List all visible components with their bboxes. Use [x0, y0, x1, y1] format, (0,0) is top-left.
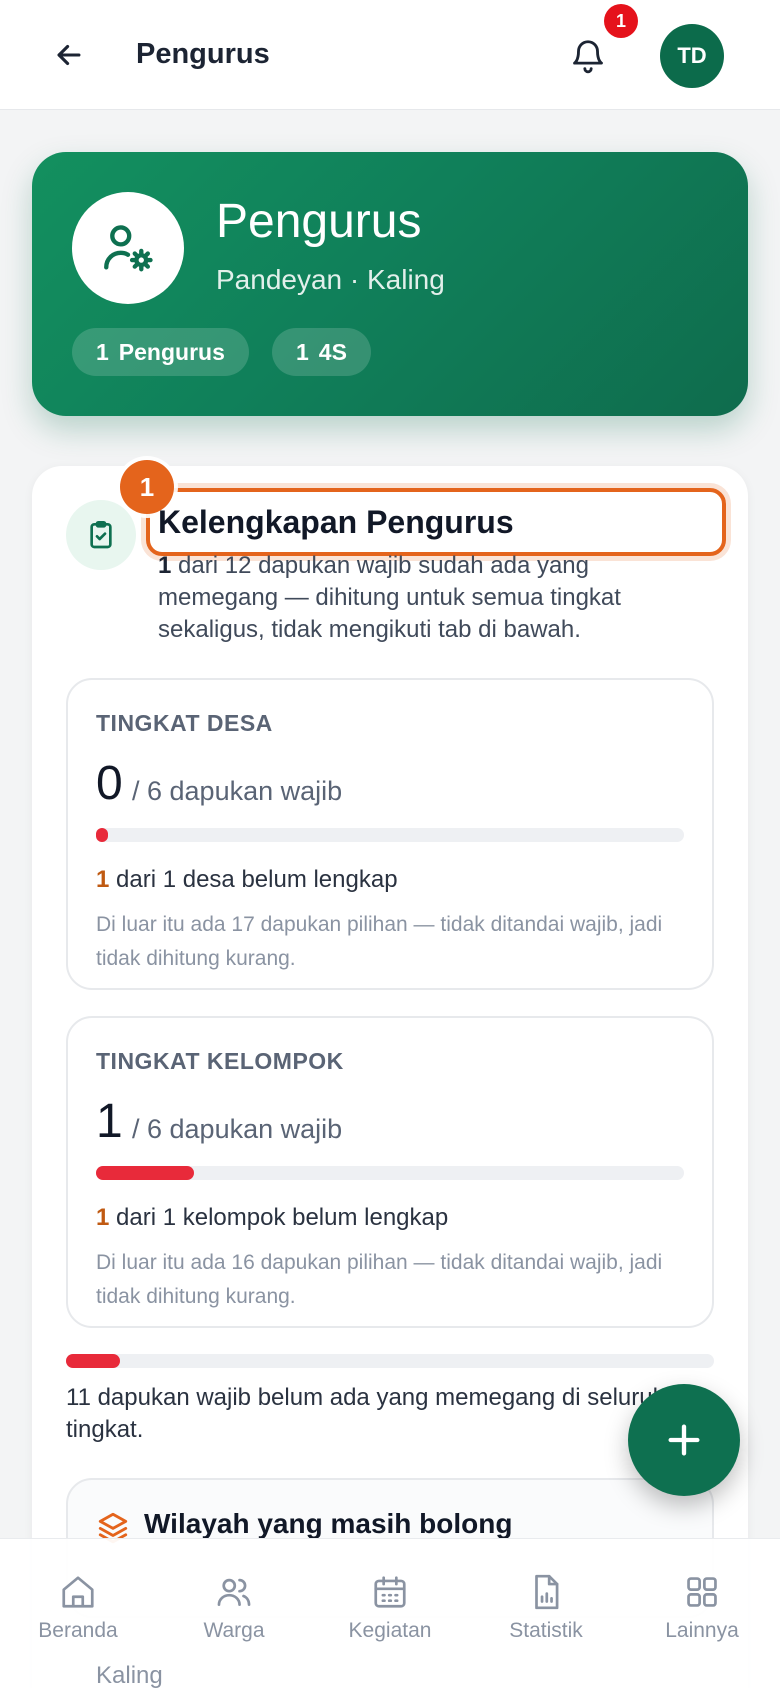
level-progress-fill — [96, 1166, 194, 1180]
calendar-icon — [374, 1576, 406, 1608]
level-progress-track — [96, 828, 684, 842]
clipboard-check-icon — [90, 521, 112, 549]
chip-count: 1 — [296, 338, 309, 365]
level-label: TINGKAT DESA — [96, 710, 273, 736]
bell-icon — [573, 40, 603, 74]
page-title: Pengurus — [136, 38, 270, 70]
level-missing-text: 1 dari 1 desa belum lengkap — [96, 866, 398, 894]
level-card-desa[interactable]: TINGKAT DESA 0 / 6 dapukan wajib 1 dari … — [66, 678, 714, 990]
nav-item-lainnya[interactable]: Lainnya — [632, 1573, 772, 1643]
total-summary-text: 11 dapukan wajib belum ada yang memegang… — [66, 1384, 666, 1443]
section-title: Kelengkapan Pengurus — [158, 504, 514, 540]
hero-subtitle: Pandeyan · Kaling — [216, 264, 445, 295]
nav-label: Beranda — [38, 1619, 118, 1642]
level-note: Di luar itu ada 16 dapukan pilihan — tid… — [96, 1251, 663, 1308]
desc-text: dari 12 dapukan wajib sudah ada yang mem… — [158, 552, 621, 643]
wilayah-first-item: Kaling — [96, 1662, 163, 1688]
desc-count: 1 — [158, 552, 172, 579]
plus-icon — [668, 1424, 700, 1456]
total-progress-fill — [66, 1354, 120, 1368]
missing-count: 1 — [96, 1204, 110, 1231]
hero-card: Pengurus Pandeyan · Kaling 1 Pengurus 1 … — [32, 152, 748, 416]
nav-item-warga[interactable]: Warga — [164, 1573, 304, 1643]
section-description: 1 dari 12 dapukan wajib sudah ada yang m… — [158, 550, 698, 646]
chip-count: 1 — [96, 338, 109, 365]
hero-title: Pengurus — [216, 195, 422, 248]
nav-item-beranda[interactable]: Beranda — [8, 1573, 148, 1643]
back-button[interactable] — [44, 30, 94, 80]
grid-icon — [687, 1577, 717, 1607]
level-filled-count: 0 — [96, 757, 123, 810]
missing-label: dari 1 desa belum lengkap — [109, 866, 398, 893]
notifications-button[interactable] — [560, 28, 616, 84]
notification-badge: 1 — [604, 4, 638, 38]
nav-label: Statistik — [509, 1619, 583, 1642]
section-icon — [66, 500, 136, 570]
user-gear-icon — [104, 225, 153, 272]
level-card-kelompok[interactable]: TINGKAT KELOMPOK 1 / 6 dapukan wajib 1 d… — [66, 1016, 714, 1328]
nav-label: Lainnya — [665, 1619, 739, 1642]
chip-pengurus: 1 Pengurus — [72, 328, 249, 376]
wilayah-title: Wilayah yang masih bolong — [144, 1508, 513, 1539]
top-app-bar: Pengurus 1 TD — [0, 0, 780, 110]
users-icon — [217, 1578, 251, 1607]
level-missing-text: 1 dari 1 kelompok belum lengkap — [96, 1204, 448, 1232]
avatar[interactable]: TD — [660, 24, 724, 88]
home-icon — [62, 1576, 94, 1608]
level-label: TINGKAT KELOMPOK — [96, 1048, 344, 1074]
level-of-text: / 6 dapukan wajib — [132, 1114, 343, 1144]
level-of-text: / 6 dapukan wajib — [132, 776, 343, 806]
chip-label: Pengurus — [118, 338, 225, 365]
nav-label: Warga — [203, 1619, 265, 1642]
chart-icon — [535, 1574, 559, 1610]
chip-label: 4S — [318, 338, 347, 365]
arrow-left-icon — [57, 44, 81, 66]
nav-item-statistik[interactable]: Statistik — [476, 1573, 616, 1643]
level-filled-count: 1 — [96, 1095, 123, 1148]
level-progress-fill — [96, 828, 108, 842]
nav-item-kegiatan[interactable]: Kegiatan — [320, 1573, 460, 1643]
total-progress-track — [66, 1354, 714, 1368]
level-note: Di luar itu ada 17 dapukan pilihan — tid… — [96, 913, 663, 970]
level-progress-track — [96, 1166, 684, 1180]
missing-count: 1 — [96, 866, 110, 893]
nav-label: Kegiatan — [348, 1619, 432, 1642]
hero-icon-circle — [72, 192, 184, 304]
chip-4s: 1 4S — [272, 328, 371, 376]
add-fab-button[interactable] — [628, 1384, 740, 1496]
missing-label: dari 1 kelompok belum lengkap — [109, 1204, 449, 1231]
